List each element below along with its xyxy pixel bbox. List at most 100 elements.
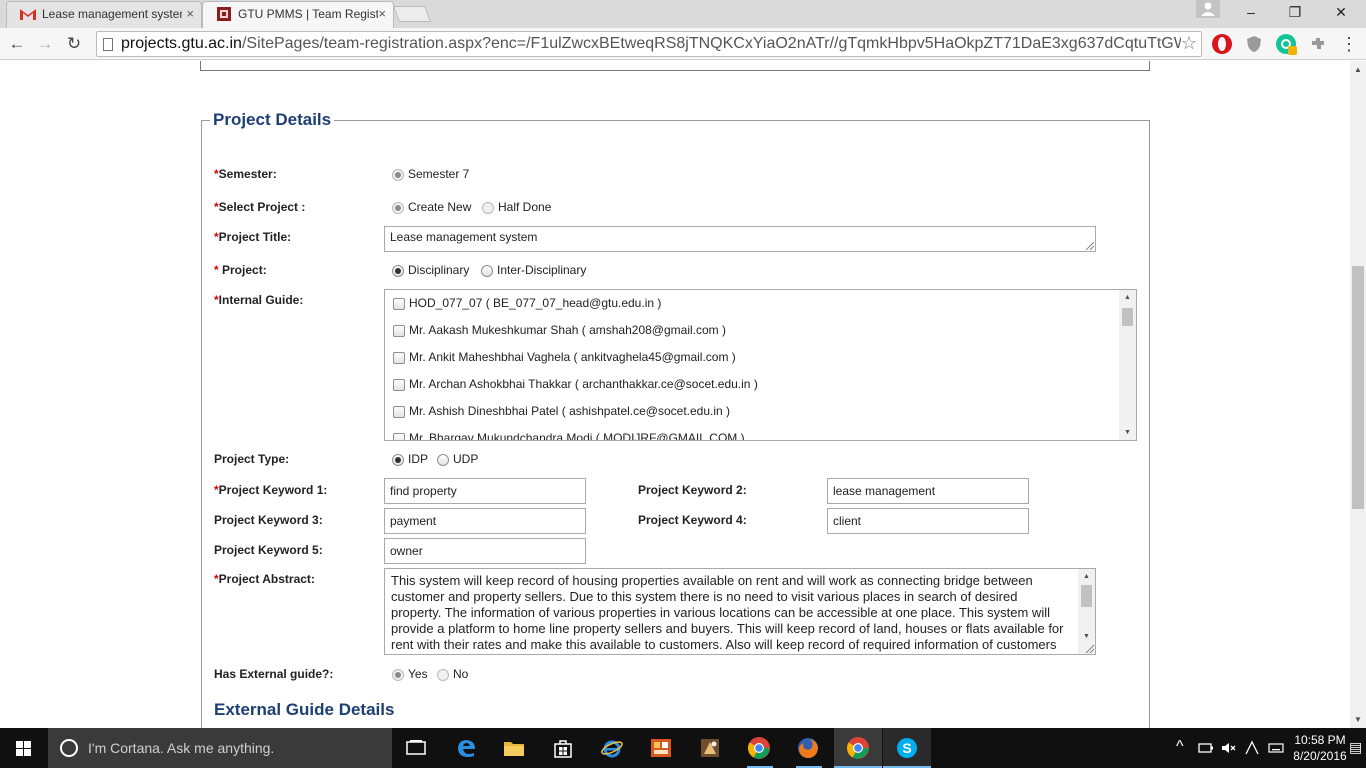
file-explorer-icon[interactable] — [502, 736, 526, 760]
keyboard-icon[interactable] — [1268, 740, 1284, 756]
tab-title: GTU PMMS | Team Registration — [238, 7, 378, 21]
scroll-down-arrow-icon[interactable]: ▼ — [1083, 633, 1090, 640]
scroll-down-arrow-icon[interactable]: ▼ — [1124, 429, 1131, 436]
forward-button[interactable]: → — [34, 33, 56, 55]
semester-7-label: Semester 7 — [408, 167, 470, 181]
volume-muted-icon[interactable] — [1220, 740, 1236, 756]
app-icon[interactable] — [649, 736, 673, 760]
guide-name: Mr. Ashish Dineshbhai Patel ( ashishpate… — [409, 404, 731, 418]
reload-button[interactable]: ↻ — [63, 33, 85, 55]
guide-checkbox[interactable] — [393, 433, 405, 440]
address-bar[interactable]: projects.gtu.ac.in/SitePages/team-regist… — [96, 31, 1202, 57]
close-window-button[interactable]: ✕ — [1318, 0, 1364, 24]
clock-time: 10:58 PM — [1294, 733, 1346, 747]
guide-name: Mr. Archan Ashokbhai Thakkar ( archantha… — [409, 377, 758, 391]
create-new-radio[interactable] — [392, 202, 404, 214]
udp-label: UDP — [453, 452, 479, 466]
scroll-up-arrow-icon[interactable]: ▲ — [1083, 573, 1090, 580]
internal-guide-label-text: Internal Guide: — [218, 293, 304, 307]
keyword-4-input[interactable]: client — [827, 508, 1029, 534]
language-icon[interactable] — [1244, 740, 1260, 756]
external-guide-label: Has External guide?: — [214, 667, 334, 681]
gmail-icon — [20, 9, 36, 20]
guide-checkbox[interactable] — [393, 379, 405, 391]
clock[interactable]: 10:58 PM 8/20/2016 — [1290, 732, 1350, 764]
bookmark-star-icon[interactable]: ☆ — [1181, 33, 1197, 54]
semester-label: *Semester: — [214, 167, 277, 181]
tab-gmail[interactable]: Lease management system × — [6, 1, 202, 28]
keyword-1-label: *Project Keyword 1: — [214, 483, 327, 497]
project-title-label-text: Project Title: — [218, 230, 292, 244]
select-project-label: *Select Project : — [214, 200, 305, 214]
chrome-menu-icon[interactable]: ⋮ — [1338, 33, 1360, 55]
half-done-radio[interactable] — [482, 202, 494, 214]
scroll-up-arrow-icon[interactable]: ▲ — [1124, 294, 1131, 301]
external-guide-heading: External Guide Details — [214, 700, 395, 719]
guide-checkbox[interactable] — [393, 325, 405, 337]
resize-handle[interactable] — [1086, 645, 1094, 653]
skype-app[interactable]: S — [883, 728, 931, 768]
back-button[interactable]: ← — [6, 33, 28, 55]
internal-guide-list[interactable]: HOD_077_07 ( BE_077_07_head@gtu.edu.in )… — [384, 289, 1137, 441]
semester-7-radio[interactable] — [392, 169, 404, 181]
edge-icon[interactable] — [454, 736, 478, 760]
external-guide-yes-label: Yes — [408, 667, 428, 681]
tab-gtu-pmms[interactable]: GTU PMMS | Team Registration × — [202, 1, 394, 28]
skype-icon: S — [897, 738, 917, 758]
firefox-icon[interactable] — [796, 736, 820, 760]
udp-radio[interactable] — [437, 454, 449, 466]
store-icon[interactable] — [551, 736, 575, 760]
project-title-field[interactable]: Lease management system — [384, 226, 1096, 252]
tab-close-icon[interactable]: × — [186, 6, 194, 21]
resize-handle[interactable] — [1086, 242, 1094, 250]
minimize-button[interactable]: – — [1228, 0, 1274, 24]
external-guide-no-radio[interactable] — [437, 669, 449, 681]
keyword-5-input[interactable]: owner — [384, 538, 586, 564]
page-content: Project Details *Semester: Semester 7 *S… — [0, 61, 1350, 728]
cortana-search-box[interactable]: I'm Cortana. Ask me anything. — [48, 728, 392, 768]
opera-icon[interactable] — [1212, 34, 1232, 54]
guide-name: Mr. Ankit Maheshbhai Vaghela ( ankitvagh… — [409, 350, 736, 364]
keyword-2-input[interactable]: lease management — [827, 478, 1029, 504]
scroll-down-arrow-icon[interactable]: ▼ — [1354, 715, 1362, 724]
page-scrollbar[interactable]: ▲ ▼ — [1350, 61, 1366, 728]
guide-checkbox[interactable] — [393, 352, 405, 364]
scroll-thumb[interactable] — [1122, 308, 1133, 326]
guide-list-scrollbar[interactable]: ▲ ▼ — [1119, 290, 1136, 440]
start-button[interactable] — [0, 728, 48, 768]
puzzle-icon[interactable] — [1308, 34, 1328, 54]
external-guide-yes-radio[interactable] — [392, 669, 404, 681]
new-tab-button[interactable] — [393, 6, 431, 22]
keyword-1-input[interactable]: find property — [384, 478, 586, 504]
scroll-thumb[interactable] — [1081, 585, 1092, 607]
guide-checkbox[interactable] — [393, 406, 405, 418]
maximize-button[interactable]: ❐ — [1272, 0, 1318, 24]
keyword-3-input[interactable]: payment — [384, 508, 586, 534]
app-icon-2[interactable] — [698, 736, 722, 760]
tab-close-icon[interactable]: × — [378, 6, 386, 21]
previous-section-box — [200, 61, 1150, 71]
keyword-4-label: Project Keyword 4: — [638, 513, 747, 527]
profile-icon[interactable] — [1196, 0, 1220, 18]
internet-explorer-icon[interactable] — [600, 736, 624, 760]
idp-label: IDP — [408, 452, 429, 466]
chrome-active-app[interactable] — [834, 728, 882, 768]
scroll-up-arrow-icon[interactable]: ▲ — [1354, 65, 1362, 74]
inter-disciplinary-label: Inter-Disciplinary — [497, 263, 587, 277]
task-view-icon[interactable] — [404, 736, 428, 760]
url-text[interactable]: projects.gtu.ac.in/SitePages/team-regist… — [121, 35, 1181, 53]
page-scroll-thumb[interactable] — [1352, 266, 1364, 509]
guide-checkbox[interactable] — [393, 298, 405, 310]
idp-radio[interactable] — [392, 454, 404, 466]
inter-disciplinary-radio[interactable] — [481, 265, 493, 277]
disciplinary-radio[interactable] — [392, 265, 404, 277]
battery-icon[interactable] — [1198, 740, 1214, 756]
chrome-icon[interactable] — [747, 736, 771, 760]
action-center-icon[interactable]: ▤ — [1349, 739, 1362, 756]
tray-expand-icon[interactable]: ^ — [1176, 738, 1184, 756]
grammarly-icon[interactable] — [1276, 34, 1297, 55]
abstract-scrollbar[interactable]: ▲ ▼ — [1078, 569, 1095, 654]
svg-text:S: S — [902, 740, 911, 756]
abstract-textarea[interactable]: This system will keep record of housing … — [384, 568, 1096, 655]
shield-icon[interactable] — [1244, 34, 1264, 54]
